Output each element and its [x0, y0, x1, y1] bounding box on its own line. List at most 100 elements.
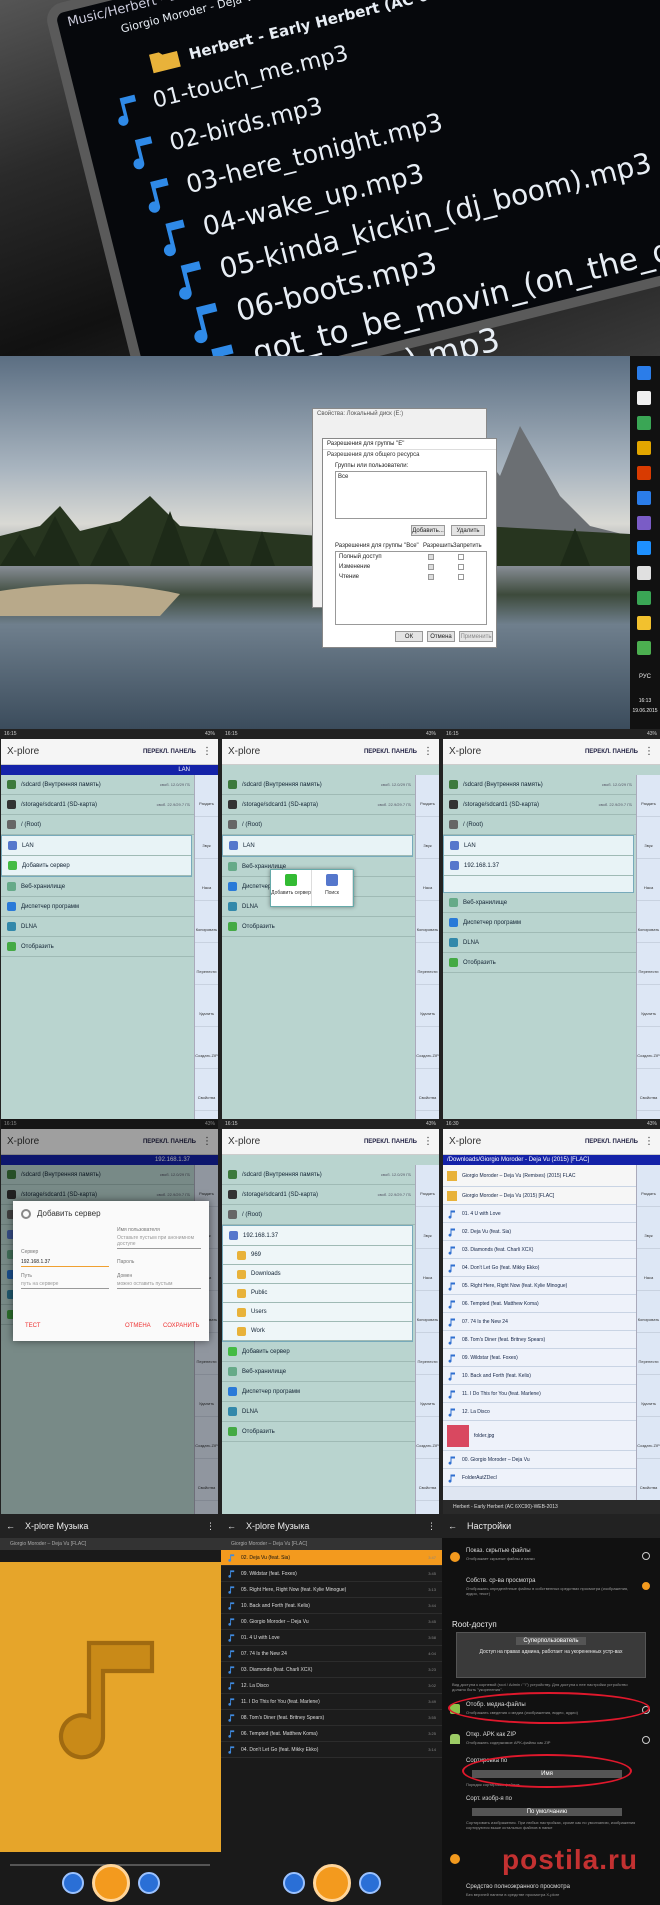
- volume-row[interactable]: Добавить сервер: [222, 1342, 439, 1362]
- tool-button[interactable]: Свойства: [637, 1069, 660, 1111]
- song-row[interactable]: 09. Wildstar (feat. Foxes): [443, 1349, 660, 1367]
- volume-row[interactable]: Диспетчер программ: [222, 1382, 439, 1402]
- volume-row[interactable]: / (Root): [222, 1205, 439, 1225]
- tool-button[interactable]: Свойства: [416, 1459, 439, 1501]
- playlist-item[interactable]: 04. Don't Let Go (feat. Mikky Ekko) 3:14: [221, 1742, 442, 1758]
- remove-button[interactable]: Удалить: [451, 525, 485, 536]
- swap-panel-button[interactable]: ПЕРЕКЛ. ПАНЕЛЬ: [143, 749, 196, 755]
- playlist-item[interactable]: 11. I Do This for You (feat. Marlene) 3:4…: [221, 1694, 442, 1710]
- volume-row[interactable]: DLNA: [222, 1402, 439, 1422]
- song-row[interactable]: 05. Right Here, Right Now (feat. Kylie M…: [443, 1277, 660, 1295]
- volume-row[interactable]: Диспетчер программ: [1, 897, 218, 917]
- path-field[interactable]: путь на сервере: [21, 1281, 109, 1289]
- playlist-item[interactable]: 06. Tempted (feat. Matthew Koma) 3:25: [221, 1726, 442, 1742]
- volume-row[interactable]: /storage/sdcard1 (SD-карта) своб. 22.9/29…: [1, 795, 218, 815]
- domain-field[interactable]: можно оставить пустым: [117, 1281, 201, 1289]
- volume-row[interactable]: Отобразить: [222, 917, 439, 937]
- volume-row[interactable]: Веб-хранилище: [1, 877, 218, 897]
- lan-folder-row[interactable]: Work: [223, 1322, 412, 1341]
- lan-folder-row[interactable]: Downloads: [223, 1265, 412, 1284]
- overflow-menu-icon[interactable]: ⋮: [206, 1521, 215, 1532]
- tool-button[interactable]: Раздать: [637, 775, 660, 817]
- overflow-menu-icon[interactable]: ⋮: [644, 746, 654, 757]
- song-row[interactable]: 04. Don't Let Go (feat. Mikky Ekko): [443, 1259, 660, 1277]
- volume-row[interactable]: /sdcard (Внутренняя память) своб. 12.0/29…: [222, 775, 439, 795]
- overflow-menu-icon[interactable]: ⋮: [202, 746, 212, 757]
- album-folder-row[interactable]: Giorgio Moroder – Deja Vu (2015) [FLAC]: [443, 1187, 660, 1205]
- overflow-menu-icon[interactable]: ⋮: [644, 1136, 654, 1147]
- setting-apk-zip[interactable]: Откр. APK как ZIP Отображать содержимое A…: [466, 1732, 636, 1745]
- apply-button[interactable]: Применить: [459, 631, 493, 642]
- tool-button[interactable]: Наса: [195, 859, 218, 901]
- tool-button[interactable]: Свойства: [637, 1459, 660, 1501]
- playlist-item[interactable]: 01. 4 U with Love 3:58: [221, 1630, 442, 1646]
- song-row[interactable]: 10. Back and Forth (feat. Kelis): [443, 1367, 660, 1385]
- tool-button[interactable]: Свойства: [416, 1069, 439, 1111]
- back-arrow-icon[interactable]: ←: [448, 1521, 457, 1531]
- tray-lang[interactable]: РУС: [630, 674, 660, 680]
- playlist-item[interactable]: 07. 74 Is the New 24 4:04: [221, 1646, 442, 1662]
- song-row[interactable]: 07. 74 Is the New 24: [443, 1313, 660, 1331]
- overflow-menu-icon[interactable]: ⋮: [423, 1136, 433, 1147]
- play-pause-button[interactable]: [313, 1864, 351, 1902]
- ok-button[interactable]: ОК: [395, 631, 423, 642]
- volume-row[interactable]: DLNA: [443, 933, 660, 953]
- tool-button[interactable]: Раздать: [416, 1165, 439, 1207]
- song-row[interactable]: 02. Deja Vu (feat. Sia): [443, 1223, 660, 1241]
- volume-row[interactable]: Добавить сервер: [2, 856, 191, 876]
- taskbar-app-icon[interactable]: [637, 416, 651, 430]
- tool-button[interactable]: Копировать: [637, 901, 660, 943]
- song-row[interactable]: 11. I Do This for You (feat. Marlene): [443, 1385, 660, 1403]
- tool-button[interactable]: Сжатие Wi-Fi: [416, 1501, 439, 1514]
- remix-folder-row[interactable]: Giorgio Moroder – Deja Vu (Remixes) (201…: [443, 1165, 660, 1187]
- save-button[interactable]: СОХРАНИТЬ: [163, 1323, 199, 1329]
- volume-row[interactable]: / (Root): [443, 815, 660, 835]
- hidden-files-toggle[interactable]: [642, 1552, 650, 1560]
- tool-button[interactable]: Удалить: [195, 985, 218, 1027]
- tool-button[interactable]: Перенести: [637, 943, 660, 985]
- tray-time[interactable]: 16:13: [630, 698, 660, 704]
- volume-row[interactable]: Диспетчер программ: [443, 913, 660, 933]
- tool-button[interactable]: Копировать: [637, 1291, 660, 1333]
- tool-button[interactable]: Перенести: [416, 1333, 439, 1375]
- volume-row[interactable]: /storage/sdcard1 (SD-карта) своб. 22.9/29…: [443, 795, 660, 815]
- tool-button[interactable]: Удалить: [416, 1375, 439, 1417]
- group-item-all[interactable]: Все: [336, 472, 486, 482]
- volume-row[interactable]: 192.168.1.37: [444, 856, 633, 876]
- tool-button[interactable]: Удалить: [637, 1375, 660, 1417]
- volume-row[interactable]: /sdcard (Внутренняя память) своб. 12.0/29…: [443, 775, 660, 795]
- song-row[interactable]: FolderAutZDecl: [443, 1469, 660, 1487]
- volume-row[interactable]: Веб-хранилище: [222, 1362, 439, 1382]
- setting-sort-images[interactable]: Сорт. изобр-я по: [466, 1796, 636, 1802]
- next-button[interactable]: [138, 1872, 160, 1894]
- allow-checkbox[interactable]: [428, 554, 434, 560]
- taskbar-app-icon[interactable]: [637, 366, 651, 380]
- tool-button[interactable]: Создать ZIP: [637, 1417, 660, 1459]
- tool-button[interactable]: Звук: [637, 817, 660, 859]
- next-button[interactable]: [359, 1872, 381, 1894]
- volume-row[interactable]: / (Root): [1, 815, 218, 835]
- add-server-menu-item[interactable]: Добавить сервер: [271, 870, 312, 906]
- lan-folder-row[interactable]: Public: [223, 1284, 412, 1303]
- tool-button[interactable]: Раздать: [637, 1165, 660, 1207]
- song-row[interactable]: 03. Diamonds (feat. Charli XCX): [443, 1241, 660, 1259]
- setting-own-viewer[interactable]: Собств. ср-ва просмотра Отображать опреде…: [466, 1578, 636, 1596]
- window-tab[interactable]: Разрешения для общего ресурса: [323, 450, 496, 460]
- swap-panel-button[interactable]: ПЕРЕКЛ. ПАНЕЛЬ: [585, 1139, 638, 1145]
- swap-panel-button[interactable]: ПЕРЕКЛ. ПАНЕЛЬ: [585, 749, 638, 755]
- taskbar-app-icon[interactable]: [637, 566, 651, 580]
- taskbar-app-icon[interactable]: [637, 391, 651, 405]
- swap-panel-button[interactable]: ПЕРЕКЛ. ПАНЕЛЬ: [364, 749, 417, 755]
- taskbar-app-icon[interactable]: [637, 541, 651, 555]
- prev-button[interactable]: [283, 1872, 305, 1894]
- overflow-menu-icon[interactable]: ⋮: [423, 746, 433, 757]
- tool-button[interactable]: Звук: [637, 1207, 660, 1249]
- playlist-item[interactable]: 12. La Disco 3:02: [221, 1678, 442, 1694]
- song-row[interactable]: 06. Tempted (feat. Matthew Koma): [443, 1295, 660, 1313]
- song-row[interactable]: 00. Giorgio Moroder – Deja Vu: [443, 1451, 660, 1469]
- volume-row[interactable]: Отобразить: [443, 953, 660, 973]
- volume-row[interactable]: LAN: [444, 836, 633, 856]
- volume-row[interactable]: 192.168.1.37: [223, 1226, 412, 1246]
- allow-checkbox[interactable]: [428, 574, 434, 580]
- lan-folder-row[interactable]: 969: [223, 1246, 412, 1265]
